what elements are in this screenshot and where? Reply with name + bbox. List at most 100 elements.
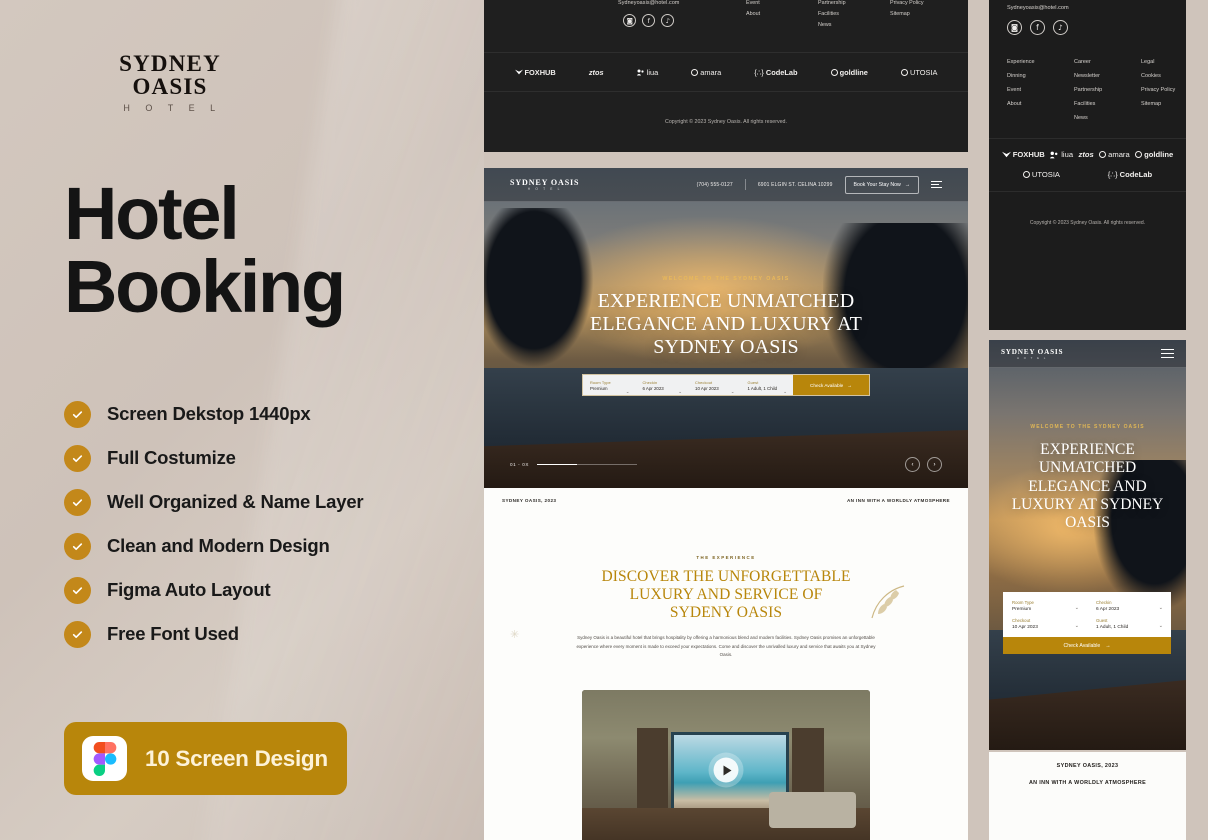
brand-label: UTOSIA [910,67,938,77]
guest-value: 1 Adult, 1 Child [747,385,778,391]
footer-link[interactable]: Facilities [1074,101,1119,108]
guest-field[interactable]: Guest 1 Adult, 1 Child ⌄ [741,380,794,394]
curtain-left [636,728,669,818]
brand-label: liua [646,67,659,77]
check-available-button[interactable]: Check Available → [793,375,869,395]
brand-logo-amara: amara [1099,150,1130,159]
checkin-label: Checkin [1096,600,1112,605]
mobile-social-links: ◙ f ♪ [989,11,1186,35]
check-icon [64,444,91,472]
book-stay-button[interactable]: Book Your Stay Now → [844,175,919,194]
room-type-label: Room Type [590,379,611,385]
menu-icon[interactable] [931,180,942,189]
room-type-label: Room Type [1012,600,1034,605]
footer-link[interactable]: Legal [1141,59,1186,66]
footer-link[interactable]: Event [1007,87,1052,94]
footer-link[interactable]: About [746,11,794,17]
instagram-icon[interactable]: ◙ [1007,20,1022,35]
footer-link[interactable]: Experience [1007,59,1052,66]
checkin-field[interactable]: Checkin 6 Apr 2023 ⌄ [1087,597,1171,615]
slider-progress-bar[interactable] [537,464,638,465]
figma-icon [82,736,127,781]
slide-index: 01 - 0X [510,462,530,467]
desktop-hero-mockup: SYDNEY OASIS H O T E L (704) 555-0127 69… [484,168,968,488]
footer-link[interactable]: Facilities [818,11,866,17]
room-type-field[interactable]: Room Type Premium ⌄ [583,379,636,394]
footer-link[interactable]: News [1074,115,1119,122]
footer-link[interactable]: About [1007,101,1052,108]
brand-logo-codelab: {∴} CodeLab [754,68,797,77]
experience-meta-left: SYDNEY OASIS, 2023 [502,498,557,503]
footer-link[interactable]: Privacy Policy [890,0,938,6]
navbar-phone[interactable]: (704) 555-0127 [697,182,733,188]
experience-paragraph: Sydney Oasis is a beautiful hotel that b… [576,635,876,657]
footer-link[interactable]: Cookies [1141,73,1186,80]
footer-link[interactable]: Career [1074,59,1119,66]
feature-list: Screen Dekstop 1440px Full Costumize Wel… [64,392,464,656]
video-thumbnail[interactable] [582,690,870,840]
brand-logo-ztos: ztos [1079,150,1094,159]
mobile-footer-column: Experience Dinning Event About [1007,59,1052,121]
desktop-footer-mockup: Sydneyoasis@hotel.com ◙ f ♪ Event About … [484,0,968,152]
menu-icon[interactable] [1161,348,1174,359]
chevron-down-icon: ⌄ [730,388,735,394]
next-slide-button[interactable]: › [927,457,942,472]
footer-link[interactable]: Newsletter [1074,73,1119,80]
footer-link[interactable]: Dinning [1007,73,1052,80]
mobile-check-available-button[interactable]: Check Available → [1003,637,1171,654]
mobile-footer-column: Career Newsletter Partnership Facilities… [1074,59,1119,121]
room-type-field[interactable]: Room Type Premium ⌄ [1003,597,1087,615]
footer-link[interactable]: Partnership [818,0,866,6]
footer-link[interactable]: Event [746,0,794,6]
brand-logo-goldline: goldline [830,67,868,77]
mobile-hero-eyebrow: WELCOME TO THE SYDNEY OASIS [1030,424,1145,430]
facebook-icon[interactable]: f [642,14,656,27]
navbar-address: 6901 ELGIN ST. CELINA 10299 [757,181,833,188]
chevron-down-icon: ⌄ [1074,605,1079,611]
feature-item: Screen Dekstop 1440px [64,392,464,436]
checkin-field[interactable]: Checkin 6 Apr 2023 ⌄ [636,379,689,394]
experience-heading-line-2: LUXURY AND SERVICE OF [629,586,823,604]
footer-email[interactable]: Sydneyoasis@hotel.com [618,0,680,6]
instagram-icon[interactable]: ◙ [623,14,637,27]
checkout-label: Checkout [1012,618,1031,623]
hero-eyebrow: WELCOME TO THE SYDNEY OASIS [662,276,790,282]
page-title: Hotel Booking [64,177,464,323]
navbar-logo[interactable]: SYDNEY OASIS H O T E L [510,178,579,191]
slider-arrows: ‹ › [905,457,942,472]
checkin-label: Checkin [642,379,658,385]
tiktok-icon[interactable]: ♪ [1053,20,1068,35]
brand-label: ztos [588,67,604,77]
navbar-logo-sub: H O T E L [527,187,562,191]
footer-link[interactable]: Privacy Policy [1141,87,1186,94]
checkin-value: 6 Apr 2023 [642,385,664,391]
feature-item: Free Font Used [64,612,464,656]
guest-field[interactable]: Guest 1 Adult, 1 Child ⌄ [1087,615,1171,633]
brand-logo-liua: liua [1050,150,1073,159]
brand-label: goldline [839,67,868,77]
footer-link[interactable]: Partnership [1074,87,1119,94]
checkout-field[interactable]: Checkout 10 Apr 2023 ⌄ [688,380,741,394]
facebook-icon[interactable]: f [1030,20,1045,35]
mobile-logo-sub: H O T E L [1016,355,1048,360]
feature-item: Well Organized & Name Layer [64,480,464,524]
mobile-booking-fields: Room Type Premium ⌄ Checkin 6 Apr 2023 ⌄… [1003,592,1171,637]
footer-link[interactable]: News [818,22,866,28]
footer-social-links: ◙ f ♪ [618,14,680,27]
mobile-footer-email[interactable]: Sydneyoasis@hotel.com [989,0,1186,11]
prev-slide-button[interactable]: ‹ [905,457,920,472]
brand-label: amara [1108,150,1130,160]
footer-link[interactable]: Sitemap [1141,101,1186,108]
circle-icon [901,68,908,76]
brand-label: goldline [1144,150,1174,160]
hero-slider-controls: 01 - 0X ‹ › [510,457,942,472]
room-type-value: Premium [1012,607,1032,612]
mobile-brand-grid: FOXHUB liua ztos amara goldline UTOSIA {… [989,138,1186,193]
presentation-left-panel: SYDNEY OASIS H O T E L Hotel Booking Scr… [0,0,484,840]
footer-link[interactable]: Sitemap [890,11,938,17]
checkout-field[interactable]: Checkout 10 Apr 2023 ⌄ [1003,615,1087,633]
mobile-navbar-logo[interactable]: SYDNEY OASIS H O T E L [1001,348,1063,360]
circle-icon [830,68,838,76]
play-button-icon[interactable] [713,757,739,783]
tiktok-icon[interactable]: ♪ [661,14,675,27]
